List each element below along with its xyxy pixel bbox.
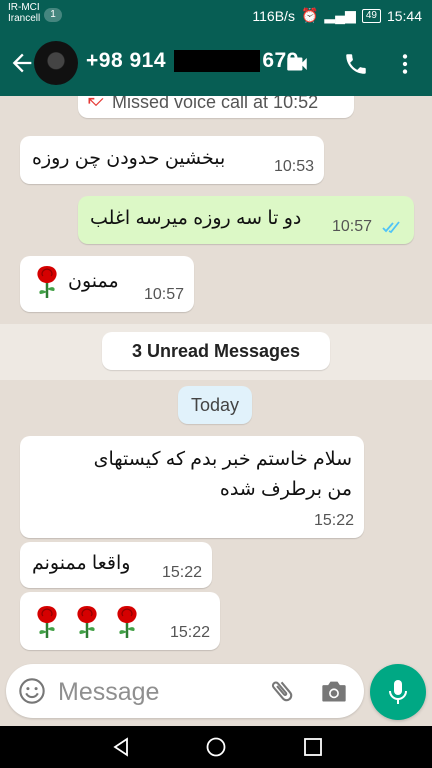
alarm-icon: ⏰: [300, 7, 319, 23]
message-incoming[interactable]: واقعا ممنونم 15:22: [20, 542, 212, 588]
message-outgoing[interactable]: دو تا سه روزه میرسه اغلب 10:57: [78, 196, 414, 244]
camera-icon[interactable]: [320, 678, 348, 704]
video-call-icon[interactable]: [284, 51, 310, 77]
notification-badge: 1: [44, 8, 62, 22]
message-time: 10:57: [143, 286, 184, 303]
attach-icon[interactable]: [268, 677, 296, 705]
message-text: ببخشین حدودن چن روزه: [32, 148, 226, 169]
rose-icon: [77, 606, 97, 638]
message-input[interactable]: [56, 672, 260, 712]
message-time: 10:53: [273, 158, 314, 175]
mic-icon: [389, 680, 407, 704]
missed-call-notice[interactable]: Missed voice call at 10:52: [78, 96, 354, 118]
message-incoming[interactable]: سلام خاستم خبر بدم که کیستهای من برطرف ش…: [20, 436, 364, 538]
back-arrow-icon[interactable]: [8, 49, 36, 77]
message-incoming[interactable]: 15:22: [20, 592, 220, 650]
contact-name[interactable]: +98 914 679: [86, 49, 299, 73]
avatar[interactable]: [34, 41, 78, 85]
nav-home-icon[interactable]: [205, 736, 227, 758]
carrier-1: IR-MCI: [8, 2, 40, 13]
carrier-2: Irancell: [8, 13, 41, 24]
emoji-icon[interactable]: [18, 677, 46, 705]
read-ticks-icon: [382, 221, 400, 234]
carrier-info: IR-MCI Irancell: [8, 2, 40, 24]
status-right: 116B/s ⏰ ▂▄▆ 49 15:44: [252, 7, 422, 24]
status-bar: IR-MCI Irancell 1 116B/s ⏰ ▂▄▆ 49 15:44: [0, 0, 432, 30]
message-text: واقعا ممنونم: [32, 553, 131, 574]
message-time: 10:57: [332, 218, 373, 235]
phone-icon[interactable]: [343, 51, 369, 77]
message-text: دو تا سه روزه میرسه اغلب: [90, 208, 302, 229]
message-incoming[interactable]: ممنون 10:57: [20, 256, 194, 312]
message-text: ممنون: [68, 271, 119, 292]
signal-icon: ▂▄▆: [324, 7, 356, 23]
message-time: 15:22: [161, 564, 202, 581]
missed-call-text: Missed voice call at 10:52: [112, 96, 319, 112]
message-time: 15:22: [169, 624, 210, 641]
missed-call-icon: [88, 97, 104, 107]
clock: 15:44: [386, 7, 422, 24]
message-text-line-2: من برطرف شده: [219, 479, 352, 500]
message-text-line-1: سلام خاستم خبر بدم که کیستهای: [93, 449, 352, 470]
message-composer: [6, 664, 364, 718]
chat-header: +98 914 679: [0, 30, 432, 96]
phone-prefix: +98 914: [86, 49, 166, 72]
unread-messages-pill: 3 Unread Messages: [102, 332, 330, 370]
chat-area[interactable]: Missed voice call at 10:52 ببخشین حدودن …: [0, 96, 432, 656]
network-speed: 116B/s: [252, 7, 295, 24]
rose-icon: [117, 606, 137, 638]
message-time: 15:22: [313, 512, 354, 529]
date-divider-today: Today: [178, 386, 252, 424]
system-nav-bar: [0, 726, 432, 768]
nav-recents-icon[interactable]: [302, 736, 324, 758]
message-incoming[interactable]: ببخشین حدودن چن روزه 10:53: [20, 136, 324, 184]
voice-record-button[interactable]: [370, 664, 426, 720]
rose-icon: [37, 266, 57, 298]
nav-back-icon[interactable]: [110, 736, 132, 758]
battery-level: 49: [361, 8, 381, 23]
redaction-box: [174, 50, 261, 73]
rose-icon: [37, 606, 57, 638]
more-vert-icon[interactable]: [392, 51, 418, 77]
